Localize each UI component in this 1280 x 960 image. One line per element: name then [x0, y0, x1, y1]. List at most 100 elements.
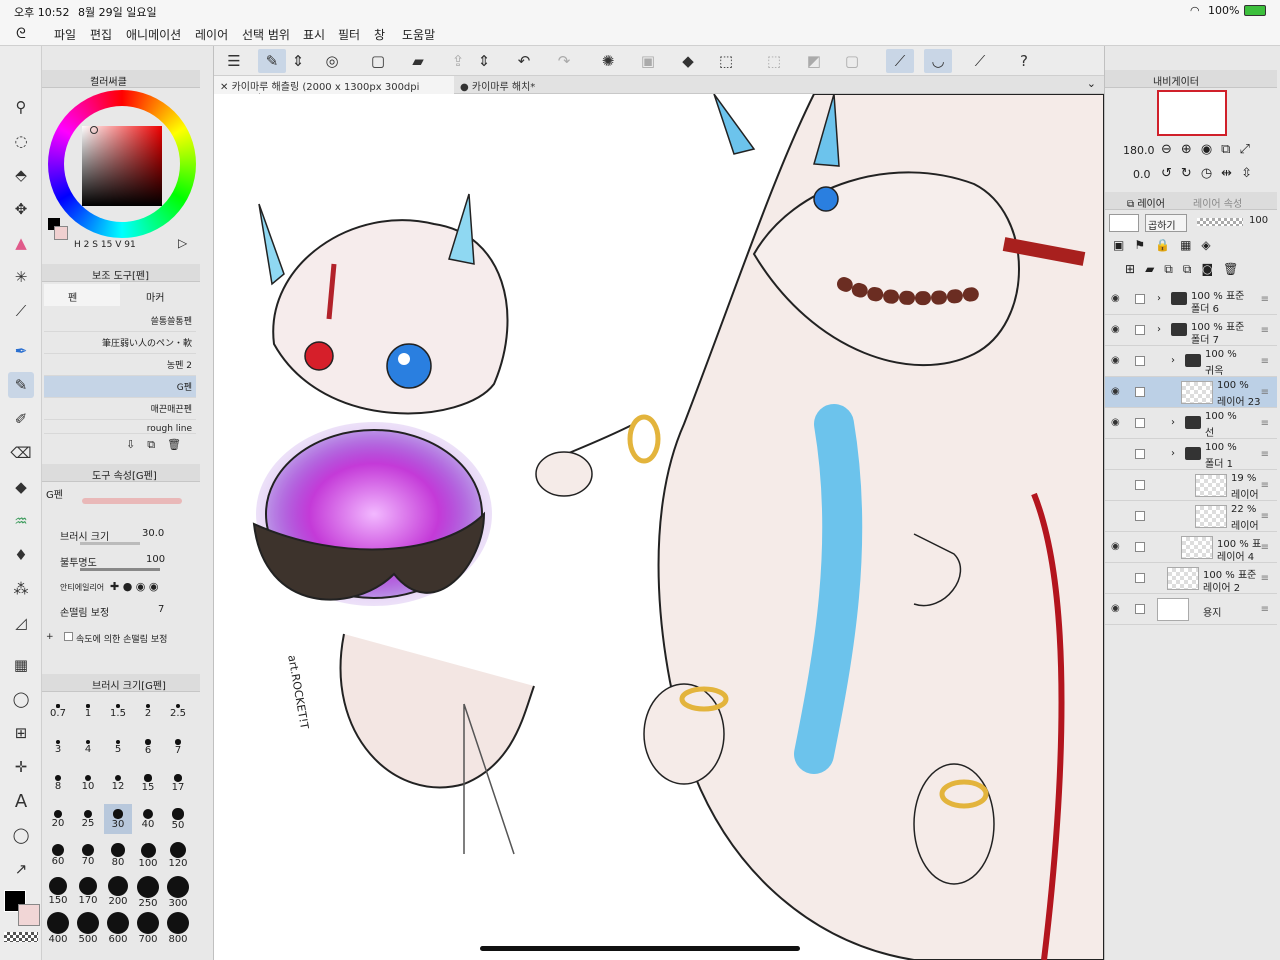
brush-item[interactable]: 筆圧弱い人のペン・軟	[44, 332, 196, 354]
brush-size-option[interactable]: 300	[164, 876, 192, 909]
frame-icon[interactable]: ⊞	[8, 720, 34, 746]
brush-size-option[interactable]: 25	[74, 804, 102, 834]
layer-menu-icon[interactable]: ≡	[1261, 604, 1269, 615]
zoom-in-icon[interactable]: ⊕	[1181, 142, 1201, 157]
undo-icon[interactable]: ↶	[510, 49, 538, 73]
quick-access-icon[interactable]: ✎	[258, 49, 286, 73]
fit-window-icon[interactable]: ⧉	[1221, 142, 1239, 157]
brush-item[interactable]: 농펜 2	[44, 354, 196, 376]
new-layer-icon[interactable]: ⊞	[1125, 262, 1145, 276]
chevron-down-icon[interactable]: ⌄	[1087, 77, 1096, 90]
layer-row[interactable]: › 100 % 폴더 1 ≡	[1105, 439, 1277, 470]
brush-size-option[interactable]: 120	[164, 840, 192, 870]
deselect-icon[interactable]: ⬚	[760, 49, 788, 73]
brush-size-option[interactable]: 600	[104, 912, 132, 945]
menu-animation[interactable]: 애니메이션	[126, 26, 181, 43]
rotate-right-icon[interactable]: ↻	[1181, 166, 1201, 181]
eye-icon[interactable]: ◉	[1111, 541, 1125, 553]
layer-mask-icon[interactable]: ◙	[1201, 262, 1223, 276]
layer-row[interactable]: ◉ 100 % 레이어 23 ≡	[1105, 377, 1277, 408]
flip-horizontal-icon[interactable]: ⇹	[1221, 166, 1241, 181]
layer-checkbox[interactable]	[1135, 511, 1145, 521]
brush-size-option[interactable]: 7	[164, 732, 192, 762]
clear-icon[interactable]: ▣	[634, 49, 662, 73]
brush-size-option[interactable]: 1	[74, 696, 102, 726]
layer-row[interactable]: 22 % 레이어 ≡	[1105, 501, 1277, 532]
layer-checkbox[interactable]	[1135, 325, 1145, 335]
transparent-color-swatch[interactable]	[4, 932, 38, 942]
brush-size-option[interactable]: 200	[104, 876, 132, 907]
speed-stabilization-row[interactable]: + 속도에 의한 손떨림 보정	[46, 630, 196, 654]
correct-line-icon[interactable]: ↗	[8, 856, 34, 882]
eye-icon[interactable]: ◉	[1111, 355, 1125, 367]
layer-opacity-slider[interactable]	[1197, 218, 1243, 226]
selection-tool-icon[interactable]: ▲	[8, 230, 34, 256]
snap-grid-icon[interactable]: ⟋	[966, 49, 994, 73]
menu-selection[interactable]: 선택 범위	[242, 26, 290, 43]
eraser-icon[interactable]: ⌫	[8, 440, 34, 466]
layer-checkbox[interactable]	[1135, 449, 1145, 459]
brush-size-option[interactable]: 2	[134, 696, 162, 726]
decoration-icon[interactable]: ⁂	[8, 576, 34, 602]
stabilization-row[interactable]: 손떨림 보정 7	[46, 602, 196, 626]
brush-size-row[interactable]: 브러시 크기 30.0	[46, 526, 196, 550]
eye-icon[interactable]: ◉	[1111, 293, 1125, 305]
brush-size-option[interactable]: 700	[134, 912, 162, 945]
merge-icon[interactable]: ⧉	[1164, 262, 1183, 276]
layer-checkbox[interactable]	[1135, 480, 1145, 490]
color-picker-cursor[interactable]	[90, 126, 98, 134]
clip-studio-logo-icon[interactable]: ᘓ	[16, 26, 26, 42]
layer-row[interactable]: ◉ › 100 % 선 ≡	[1105, 408, 1277, 439]
brush-item-selected[interactable]: G펜	[44, 376, 196, 398]
spiral-icon[interactable]: ◎	[318, 49, 346, 73]
new-folder-icon[interactable]: ▰	[1145, 262, 1164, 276]
layer-checkbox[interactable]	[1135, 604, 1145, 614]
layer-checkbox[interactable]	[1135, 573, 1145, 583]
flip-vertical-icon[interactable]: ⇳	[1241, 166, 1261, 181]
brush-size-option[interactable]: 400	[44, 912, 72, 945]
rotate-left-icon[interactable]: ↺	[1161, 166, 1181, 181]
blend-tool-icon[interactable]: ♒	[8, 508, 34, 534]
brush-size-option[interactable]: 80	[104, 840, 132, 870]
brush-size-option[interactable]: 30	[104, 804, 132, 834]
gradient-icon[interactable]: ▦	[8, 652, 34, 678]
eye-icon[interactable]: ◉	[1111, 417, 1125, 429]
help-icon[interactable]: ?	[1010, 49, 1038, 73]
tab-pen[interactable]: 펜	[44, 284, 120, 306]
brush-size-option[interactable]: 500	[74, 912, 102, 945]
sub-color-chip[interactable]	[54, 226, 68, 240]
layer-color-selector[interactable]	[1109, 214, 1139, 232]
circle-figure-icon[interactable]: ◯	[8, 686, 34, 712]
ruler-icon[interactable]: ✛	[8, 754, 34, 780]
chevron-updown-icon[interactable]: ⇕	[290, 49, 306, 73]
layer-row[interactable]: ◉ › 100 % 표준 폴더 7 ≡	[1105, 315, 1277, 346]
fill-icon[interactable]: ◆	[674, 49, 702, 73]
rotate-tool-icon[interactable]: ◌	[8, 128, 34, 154]
magic-wand-icon[interactable]: ✳	[8, 264, 34, 290]
chevron-icon[interactable]: ›	[1157, 293, 1161, 304]
layer-menu-icon[interactable]: ≡	[1261, 356, 1269, 367]
opacity-slider[interactable]	[80, 568, 160, 571]
eye-icon[interactable]	[1111, 479, 1125, 491]
loading-icon[interactable]: ✺	[594, 49, 622, 73]
redo-icon[interactable]: ↷	[550, 49, 578, 73]
save-icon[interactable]: ⇪	[444, 49, 472, 73]
layer-row[interactable]: 19 % 레이어 ≡	[1105, 470, 1277, 501]
brush-size-option[interactable]: 70	[74, 840, 102, 870]
tab-layer-property[interactable]: 레이어 속성	[1193, 195, 1242, 210]
pen-tool-icon[interactable]: ✒	[8, 338, 34, 364]
zoom-out-icon[interactable]: ⊖	[1161, 142, 1181, 157]
zoom-tool-icon[interactable]: ⚲	[8, 94, 34, 120]
pencil-tool-icon[interactable]: ✎	[8, 372, 34, 398]
lock-alpha-icon[interactable]: ▦	[1180, 238, 1201, 252]
layer-menu-icon[interactable]: ≡	[1261, 542, 1269, 553]
brush-size-option[interactable]: 0.7	[44, 696, 72, 726]
brush-size-option[interactable]: 12	[104, 768, 132, 798]
stabilization-value[interactable]: 7	[158, 604, 164, 615]
layer-row[interactable]: ◉ 용지 ≡	[1105, 594, 1277, 625]
canvas[interactable]: art.ROCKET!T	[214, 94, 1104, 960]
layer-row[interactable]: ◉ › 100 % 표준 폴더 6 ≡	[1105, 284, 1277, 315]
eyedropper-icon[interactable]: ⟋	[8, 298, 34, 324]
plus-icon[interactable]: +	[46, 632, 54, 642]
layer-row[interactable]: ◉ › 100 % 귀옥 ≡	[1105, 346, 1277, 377]
